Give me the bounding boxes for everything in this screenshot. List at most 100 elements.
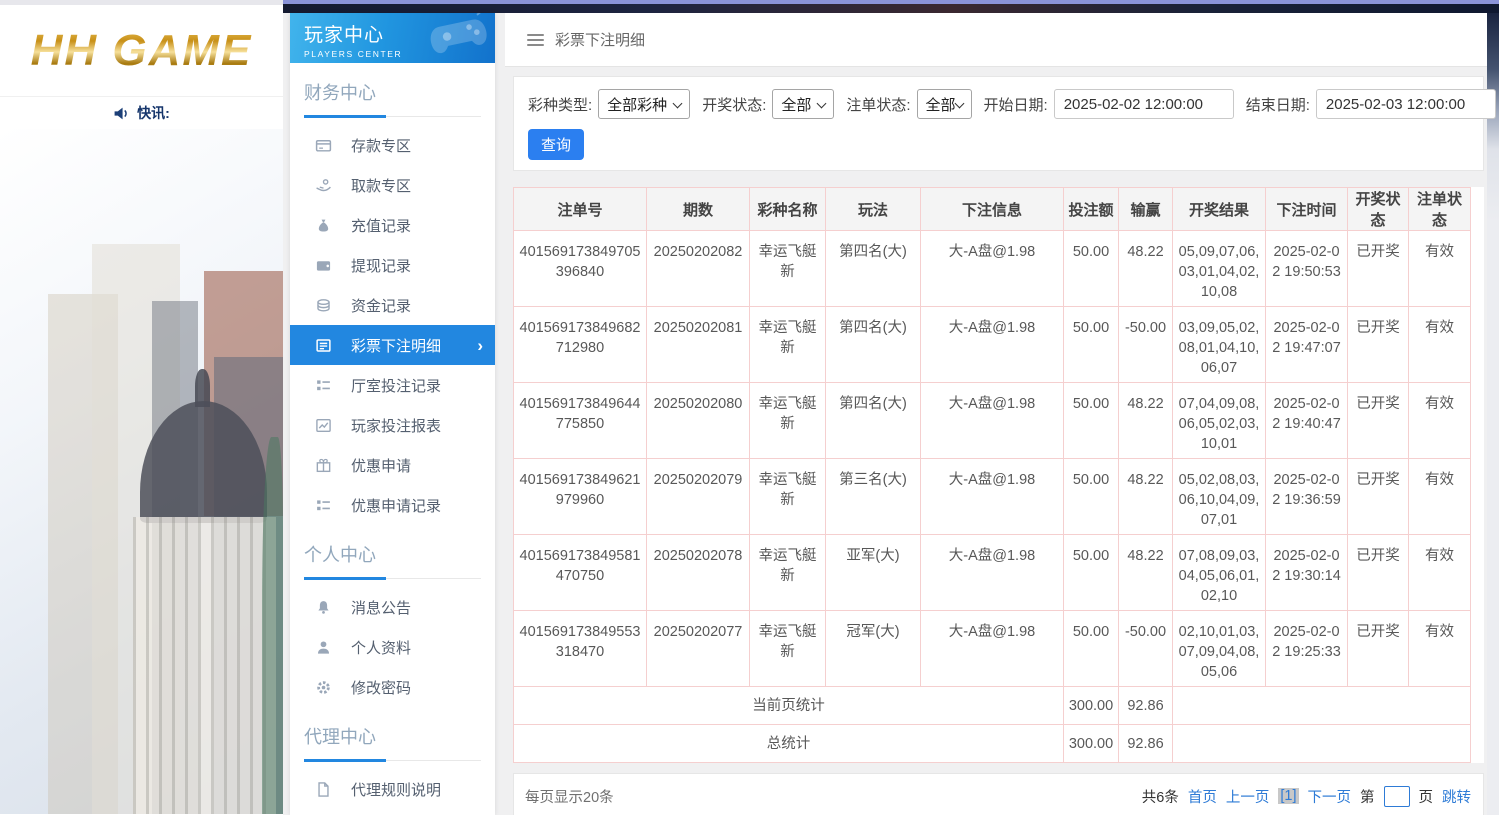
- sidebar-item-withdraw-records[interactable]: 提现记录: [290, 245, 495, 285]
- summary-row: 当前页统计 300.00 92.86: [513, 686, 1471, 725]
- bet-status-cell: 有效: [1408, 382, 1471, 459]
- table-row: 401569173849682712980 20250202081 幸运飞艇新 第四名…: [513, 306, 1471, 383]
- win-loss-cell: 48.22: [1118, 230, 1173, 307]
- photo-statue: [262, 437, 283, 814]
- page-title: 彩票下注明细: [555, 32, 646, 49]
- screen: HH GAME 快讯: 玩家中心 PLAYERS CENTER 财务中心 存款专…: [0, 0, 1499, 815]
- column-header-bet-info: 下注信息: [920, 187, 1064, 231]
- sidebar-item-promo-apply[interactable]: 优惠申请: [290, 445, 495, 485]
- sidebar-item-label: 代理规则说明: [351, 781, 442, 799]
- bet-status-cell: 有效: [1408, 306, 1471, 383]
- first-page-link[interactable]: 首页: [1188, 786, 1217, 807]
- bet-status-cell: 有效: [1408, 230, 1471, 307]
- period-cell: 20250202080: [646, 382, 750, 459]
- play-type-cell: 冠军(大): [825, 610, 921, 687]
- lottery-name-cell: 幸运飞艇新: [749, 534, 826, 611]
- summary-win-total-cell: 92.86: [1118, 686, 1173, 725]
- background-photo: [0, 129, 283, 814]
- jump-suffix: 页: [1418, 789, 1434, 806]
- table-header-row: 注单号 期数 彩种名称 玩法 下注信息 投注额 输赢 开奖结果 下注时间 开奖状态 注单状态: [513, 187, 1471, 231]
- table-row: 401569173849644775850 20250202080 幸运飞艇新 第四名…: [513, 382, 1471, 459]
- total-count: 共6条: [1141, 789, 1179, 806]
- page-header: 彩票下注明细: [505, 13, 1487, 67]
- sidebar-item-agent-rules[interactable]: 代理规则说明: [290, 769, 495, 809]
- sidebar-item-recharge-records[interactable]: 充值记录: [290, 205, 495, 245]
- column-header-bet-time: 下注时间: [1265, 187, 1348, 231]
- draw-status-cell: 已开奖: [1347, 458, 1409, 535]
- sidebar-item-funds-records[interactable]: 资金记录: [290, 285, 495, 325]
- sidebar-item-label: 充值记录: [351, 217, 412, 235]
- end-date-label: 结束日期:: [1245, 96, 1310, 114]
- draw-result-cell: 07,04,09,08,06,05,02,03,10,01: [1172, 382, 1266, 459]
- bet-amount-cell: 50.00: [1063, 458, 1119, 535]
- bet-id-cell: 401569173849705396840: [513, 230, 647, 307]
- logo[interactable]: HH GAME: [31, 26, 253, 76]
- end-date-input[interactable]: [1315, 89, 1496, 119]
- sidebar-item-label: 彩票下注明细: [351, 337, 442, 355]
- sidebar-item-deposit-zone[interactable]: 存款专区: [290, 125, 495, 165]
- start-date-input[interactable]: [1053, 89, 1234, 119]
- bet-status-cell: 有效: [1408, 534, 1471, 611]
- photo-capitol-base: [133, 517, 276, 814]
- top-banner-edge: [283, 4, 1499, 13]
- lottery-type-value: 全部彩种: [607, 96, 668, 114]
- bet-id-cell: 401569173849682712980: [513, 306, 647, 383]
- content-area: 彩种类型: 全部彩种 开奖状态: 全部 注单状态: 全部 开始日期: 结束日期:…: [505, 67, 1496, 815]
- bet-amount-cell: 50.00: [1063, 230, 1119, 307]
- sidebar-item-agent-team-stats[interactable]: 代理团队统计: [290, 809, 495, 815]
- bet-amount-cell: 50.00: [1063, 610, 1119, 687]
- draw-status-select[interactable]: 全部: [772, 89, 835, 119]
- page-jump-input[interactable]: [1383, 785, 1410, 807]
- prev-page-link[interactable]: 上一页: [1226, 786, 1270, 807]
- lottery-name-cell: 幸运飞艇新: [749, 610, 826, 687]
- lottery-type-label: 彩种类型:: [528, 96, 593, 114]
- sidebar-item-player-bet-report[interactable]: 玩家投注报表: [290, 405, 495, 445]
- sidebar-item-profile[interactable]: 个人资料: [290, 627, 495, 667]
- sidebar-item-label: 存款专区: [351, 137, 412, 155]
- sidebar-item-withdraw-zone[interactable]: 取款专区: [290, 165, 495, 205]
- bet-info-cell: 大-A盘@1.98: [920, 306, 1064, 383]
- chart-icon: [315, 417, 332, 434]
- sidebar-header: 玩家中心 PLAYERS CENTER: [290, 13, 495, 63]
- document-icon: [315, 781, 332, 798]
- sidebar-nav: 财务中心 存款专区 取款专区 充值记录 提现记录 资金记录 彩票下注明细 › 厅室投注记录 玩家投…: [290, 79, 495, 815]
- column-header-win-loss: 输赢: [1118, 187, 1173, 231]
- bet-info-cell: 大-A盘@1.98: [920, 534, 1064, 611]
- jump-link[interactable]: 跳转: [1442, 786, 1471, 807]
- column-header-play-type: 玩法: [825, 187, 921, 231]
- section-title-personal-center: 个人中心: [304, 541, 481, 580]
- bet-amount-cell: 50.00: [1063, 306, 1119, 383]
- menu-icon[interactable]: [527, 33, 544, 46]
- sidebar-item-change-password[interactable]: 修改密码: [290, 667, 495, 707]
- main-content: 彩票下注明细 彩种类型: 全部彩种 开奖状态: 全部 注单状态: 全部 开始日期…: [505, 13, 1496, 815]
- query-button[interactable]: 查询: [528, 129, 585, 160]
- bets-table: 注单号 期数 彩种名称 玩法 下注信息 投注额 输赢 开奖结果 下注时间 开奖状态 注单状态 401…: [513, 187, 1471, 763]
- lottery-name-cell: 幸运飞艇新: [749, 382, 826, 459]
- bet-status-select[interactable]: 全部: [916, 89, 972, 119]
- sidebar-item-label: 提现记录: [351, 257, 412, 275]
- sidebar-item-hall-bet-records[interactable]: 厅室投注记录: [290, 365, 495, 405]
- next-page-link[interactable]: 下一页: [1308, 786, 1352, 807]
- news-label: 快讯:: [137, 105, 170, 121]
- table-panel: 注单号 期数 彩种名称 玩法 下注信息 投注额 输赢 开奖结果 下注时间 开奖状态 注单状态 401…: [513, 187, 1484, 763]
- bet-amount-cell: 50.00: [1063, 534, 1119, 611]
- period-cell: 20250202079: [646, 458, 750, 535]
- bet-time-cell: 2025-02-02 19:47:07: [1265, 306, 1348, 383]
- draw-result-cell: 05,09,07,06,03,01,04,02,10,08: [1172, 230, 1266, 307]
- bet-time-cell: 2025-02-02 19:30:14: [1265, 534, 1348, 611]
- bell-icon: [315, 599, 332, 616]
- sidebar-item-label: 取款专区: [351, 177, 412, 195]
- sidebar-item-label: 厅室投注记录: [351, 377, 442, 395]
- sidebar-item-lottery-bet-details[interactable]: 彩票下注明细 ›: [290, 325, 495, 365]
- sidebar-item-label: 优惠申请: [351, 457, 412, 475]
- summary-empty-cell: [1172, 686, 1471, 725]
- lottery-type-select[interactable]: 全部彩种: [598, 89, 691, 119]
- sidebar-item-promo-apply-records[interactable]: 优惠申请记录: [290, 485, 495, 525]
- sidebar-item-messages[interactable]: 消息公告: [290, 587, 495, 627]
- sidebar-item-label: 修改密码: [351, 679, 412, 697]
- period-cell: 20250202082: [646, 230, 750, 307]
- bet-id-cell: 401569173849621979960: [513, 458, 647, 535]
- pagination-controls: 共6条 首页 上一页 [1] 下一页 第 页 跳转: [1141, 785, 1471, 807]
- column-header-bet-amount: 投注额: [1063, 187, 1119, 231]
- bet-status-cell: 有效: [1408, 458, 1471, 535]
